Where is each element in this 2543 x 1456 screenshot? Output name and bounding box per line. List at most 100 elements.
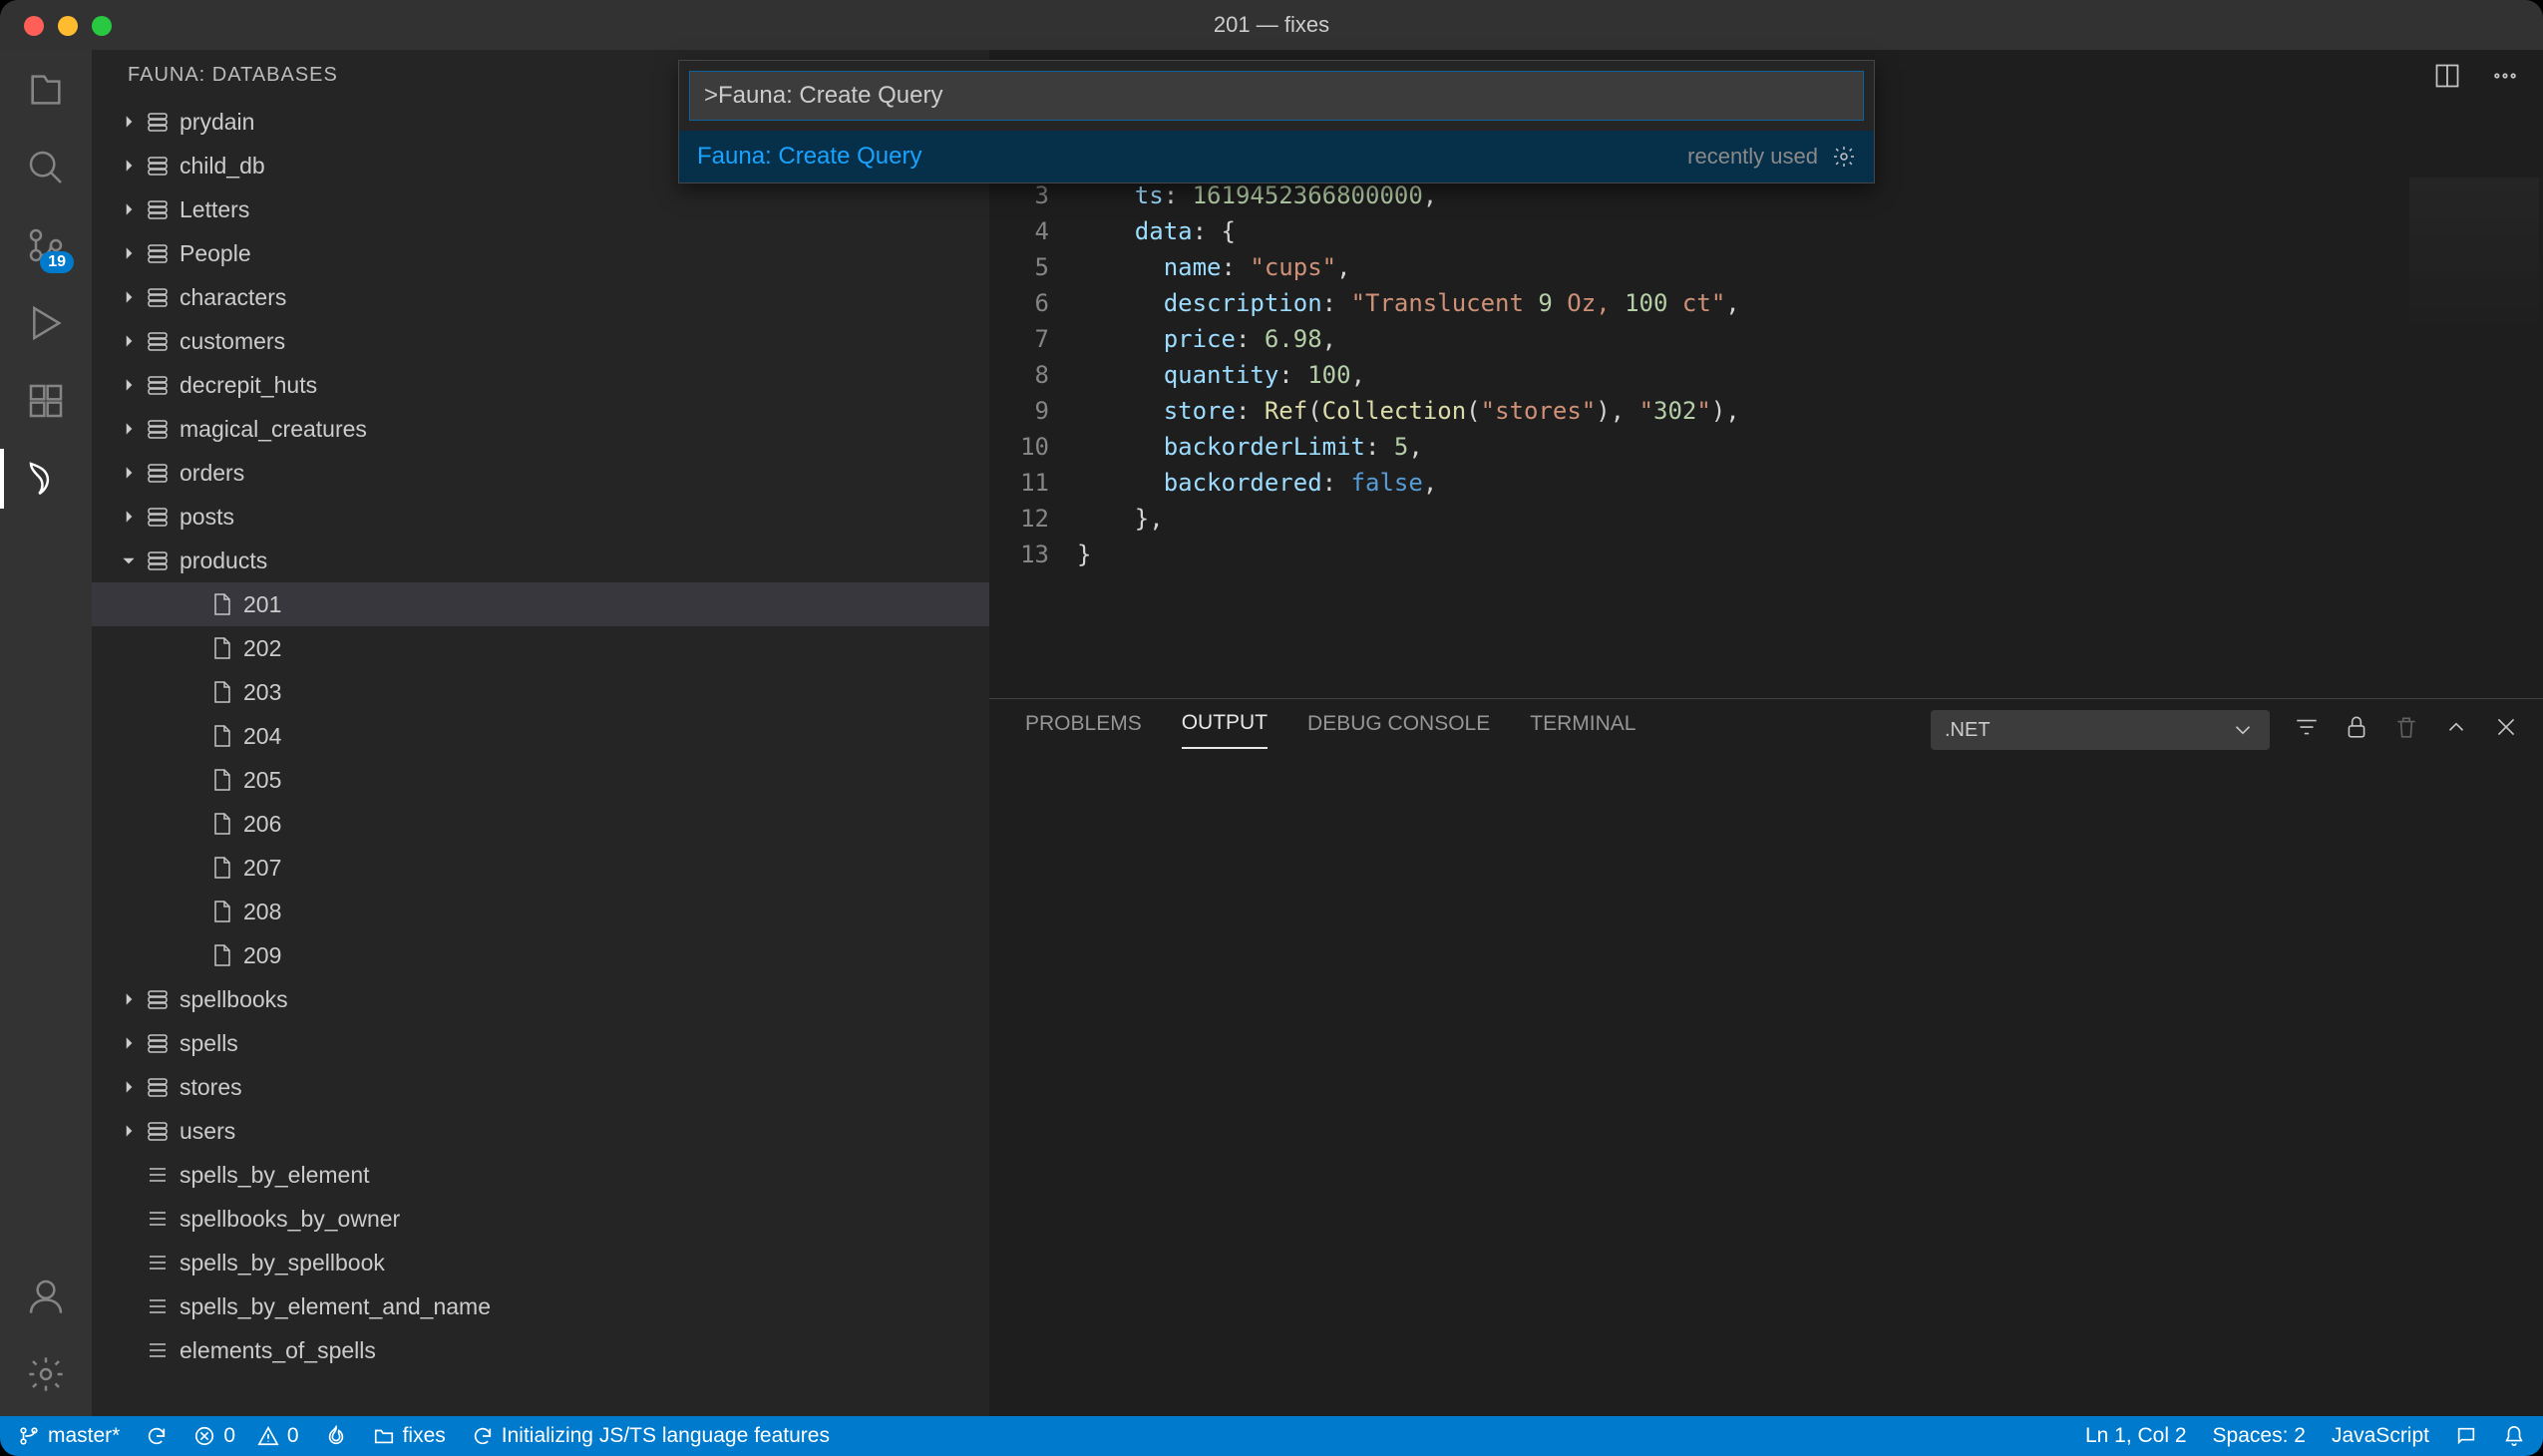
- palette-result-hint: recently used: [1687, 144, 1818, 170]
- feedback-icon[interactable]: [2455, 1425, 2477, 1447]
- cursor-position[interactable]: Ln 1, Col 2: [2085, 1424, 2187, 1448]
- problems-status[interactable]: 0 0: [193, 1424, 298, 1448]
- window-close[interactable]: [24, 16, 44, 36]
- language-mode[interactable]: JavaScript: [2332, 1424, 2429, 1448]
- window-maximize[interactable]: [92, 16, 112, 36]
- tab-terminal[interactable]: TERMINAL: [1530, 712, 1635, 748]
- scm-badge: 19: [40, 251, 74, 273]
- clear-output-icon[interactable]: [2393, 714, 2419, 746]
- init-status[interactable]: Initializing JS/TS language features: [472, 1424, 830, 1448]
- extensions-icon[interactable]: [24, 379, 68, 423]
- tree-item[interactable]: 202: [92, 626, 989, 670]
- accounts-icon[interactable]: [24, 1274, 68, 1318]
- tree-label: 205: [243, 767, 281, 794]
- flame-icon[interactable]: [325, 1425, 347, 1447]
- tree-item[interactable]: elements_of_spells: [92, 1328, 989, 1372]
- tree-label: products: [180, 547, 267, 574]
- tree-item[interactable]: characters: [92, 275, 989, 319]
- tree-label: spells_by_element_and_name: [180, 1293, 491, 1320]
- window-title: 201 — fixes: [1214, 12, 1329, 38]
- tree-item[interactable]: magical_creatures: [92, 407, 989, 451]
- explorer-icon[interactable]: [24, 68, 68, 112]
- titlebar: 201 — fixes: [0, 0, 2543, 50]
- tree-label: Letters: [180, 196, 249, 223]
- command-palette: Fauna: Create Query recently used: [678, 60, 1875, 183]
- tree-label: decrepit_huts: [180, 372, 317, 399]
- tree-item[interactable]: 208: [92, 890, 989, 933]
- run-debug-icon[interactable]: [24, 301, 68, 345]
- tree-item[interactable]: 209: [92, 933, 989, 977]
- tree-item[interactable]: users: [92, 1109, 989, 1153]
- tree-label: prydain: [180, 109, 254, 136]
- bell-icon[interactable]: [2503, 1425, 2525, 1447]
- git-branch[interactable]: master*: [18, 1424, 120, 1448]
- tree-label: 207: [243, 855, 281, 882]
- gear-icon[interactable]: [1832, 145, 1856, 169]
- tree-label: spells: [180, 1030, 238, 1057]
- tree-item[interactable]: stores: [92, 1065, 989, 1109]
- activity-bar: 19: [0, 50, 92, 1416]
- tree-label: characters: [180, 284, 286, 311]
- tree-item[interactable]: customers: [92, 319, 989, 363]
- tree-label: users: [180, 1118, 235, 1145]
- tree-item[interactable]: 201: [92, 582, 989, 626]
- tree-label: spells_by_element: [180, 1162, 370, 1189]
- tab-debug-console[interactable]: DEBUG CONSOLE: [1307, 712, 1490, 748]
- command-palette-input[interactable]: [689, 71, 1864, 121]
- tree-label: customers: [180, 328, 285, 355]
- tree-label: elements_of_spells: [180, 1337, 376, 1364]
- tree-item[interactable]: Letters: [92, 187, 989, 231]
- tree-item[interactable]: spellbooks: [92, 977, 989, 1021]
- sidebar: FAUNA: DATABASES prydainchild_dbLettersP…: [92, 50, 989, 1416]
- tab-problems[interactable]: PROBLEMS: [1025, 712, 1142, 748]
- lock-scroll-icon[interactable]: [2344, 714, 2369, 746]
- tab-output[interactable]: OUTPUT: [1182, 711, 1268, 749]
- expand-panel-icon[interactable]: [2443, 714, 2469, 746]
- tree-label: stores: [180, 1074, 242, 1101]
- filter-icon[interactable]: [2294, 714, 2320, 746]
- editor-area: 345678910111213 ts: 1619452366800000, da…: [989, 50, 2543, 1416]
- tree-label: magical_creatures: [180, 416, 367, 443]
- tree-label: 201: [243, 591, 281, 618]
- tree-item[interactable]: spells_by_element_and_name: [92, 1284, 989, 1328]
- tree-item[interactable]: 203: [92, 670, 989, 714]
- status-bar: master* 0 0 fixes Initializing JS/TS lan…: [0, 1416, 2543, 1456]
- tree-item[interactable]: posts: [92, 495, 989, 539]
- tree-item[interactable]: orders: [92, 451, 989, 495]
- sync-icon[interactable]: [146, 1425, 168, 1447]
- tree-label: 206: [243, 811, 281, 838]
- minimap[interactable]: [2409, 178, 2539, 337]
- tree-label: spellbooks: [180, 986, 288, 1013]
- tree-label: 204: [243, 723, 281, 750]
- tree-item[interactable]: People: [92, 231, 989, 275]
- tree-item[interactable]: spells_by_spellbook: [92, 1241, 989, 1284]
- indent-status[interactable]: Spaces: 2: [2213, 1424, 2306, 1448]
- tree-item[interactable]: spells: [92, 1021, 989, 1065]
- fauna-icon[interactable]: [24, 457, 68, 501]
- tree-item[interactable]: 205: [92, 758, 989, 802]
- tree-item[interactable]: spellbooks_by_owner: [92, 1197, 989, 1241]
- tree-label: spellbooks_by_owner: [180, 1206, 400, 1233]
- tree-label: spells_by_spellbook: [180, 1250, 385, 1276]
- tree-label: child_db: [180, 153, 265, 180]
- close-panel-icon[interactable]: [2493, 714, 2519, 746]
- tree-item[interactable]: spells_by_element: [92, 1153, 989, 1197]
- palette-result-label: Fauna: Create Query: [697, 143, 921, 171]
- folder-status[interactable]: fixes: [373, 1424, 446, 1448]
- settings-gear-icon[interactable]: [24, 1352, 68, 1396]
- search-icon[interactable]: [24, 146, 68, 189]
- tree-label: 202: [243, 635, 281, 662]
- panel: PROBLEMS OUTPUT DEBUG CONSOLE TERMINAL .…: [989, 698, 2543, 1416]
- tree-item[interactable]: 206: [92, 802, 989, 846]
- tree-item[interactable]: 207: [92, 846, 989, 890]
- palette-result-item[interactable]: Fauna: Create Query recently used: [679, 131, 1874, 182]
- tree-item[interactable]: 204: [92, 714, 989, 758]
- tree-label: posts: [180, 504, 234, 531]
- source-control-icon[interactable]: 19: [24, 223, 68, 267]
- tree-item[interactable]: decrepit_huts: [92, 363, 989, 407]
- tree-label: 203: [243, 679, 281, 706]
- tree-label: 208: [243, 899, 281, 925]
- window-minimize[interactable]: [58, 16, 78, 36]
- output-channel-select[interactable]: .NET: [1931, 710, 2270, 750]
- tree-item[interactable]: products: [92, 539, 989, 582]
